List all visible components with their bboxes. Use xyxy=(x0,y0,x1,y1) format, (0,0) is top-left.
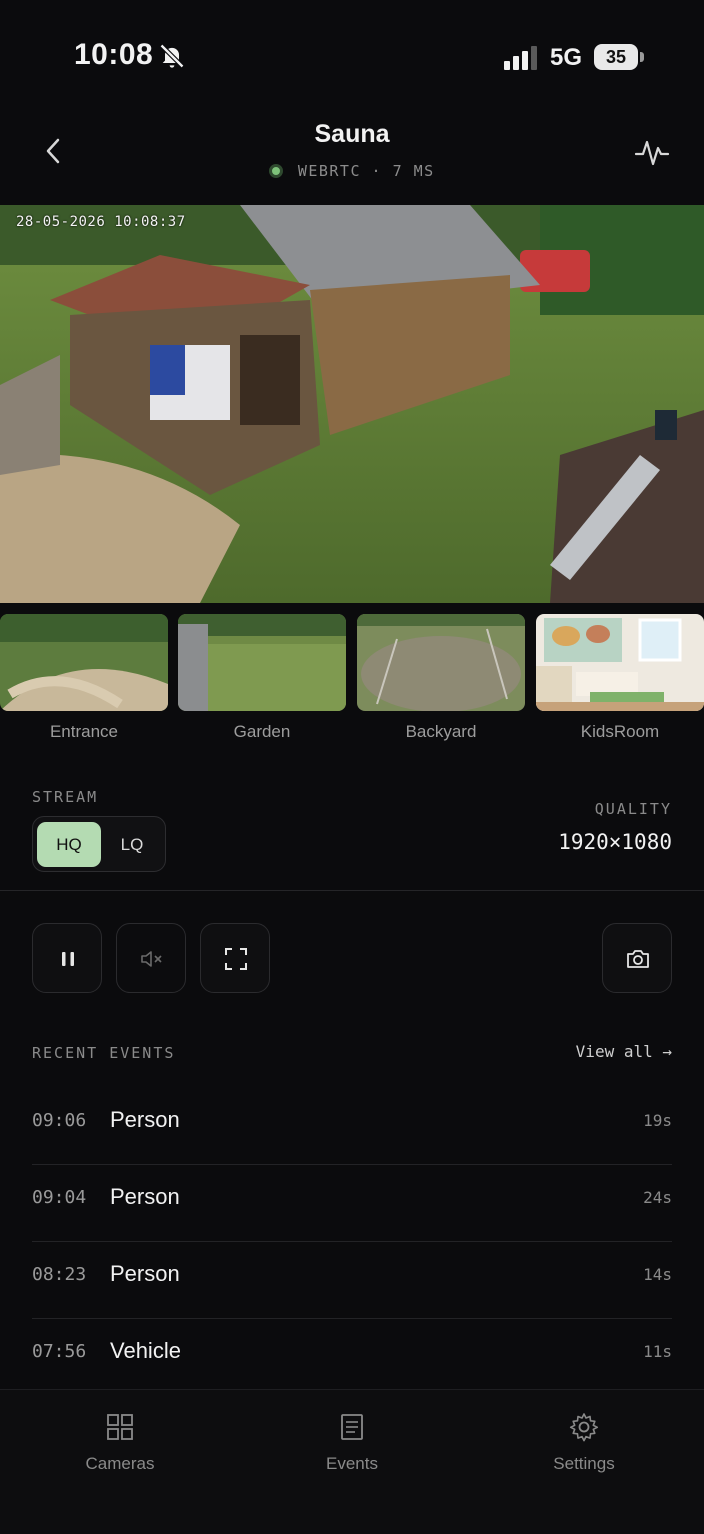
tab-settings[interactable]: Settings xyxy=(514,1412,654,1474)
mute-button[interactable] xyxy=(116,923,186,993)
network-type: 5G xyxy=(550,44,583,71)
kidsroom-preview-image xyxy=(536,614,704,711)
backyard-preview-image xyxy=(357,614,525,711)
tab-label: Events xyxy=(326,1454,378,1473)
tab-cameras[interactable]: Cameras xyxy=(50,1412,190,1474)
latency-label: 7 MS xyxy=(392,162,435,180)
event-time: 08:23 xyxy=(32,1264,87,1285)
tab-events[interactable]: Events xyxy=(282,1412,422,1474)
signal-icon xyxy=(504,46,537,70)
pause-button[interactable] xyxy=(32,923,102,993)
camera-label: Entrance xyxy=(49,722,119,741)
event-time: 09:06 xyxy=(32,1110,87,1131)
tab-label: Cameras xyxy=(85,1454,155,1473)
tab-label: Settings xyxy=(553,1454,615,1473)
stream-label: STREAM xyxy=(32,788,99,806)
camera-label: Backyard xyxy=(405,722,477,741)
mute-icon xyxy=(141,951,162,967)
live-status-dot xyxy=(269,164,284,178)
stream-option-lq[interactable]: LQ xyxy=(103,822,161,867)
battery-nub xyxy=(640,52,644,62)
grid-icon xyxy=(107,1414,133,1440)
activity-icon[interactable] xyxy=(634,134,670,170)
camera-thumb-kidsroom[interactable] xyxy=(536,614,704,711)
video-timestamp: 28-05-2026 10:08:37 xyxy=(16,214,186,230)
status-bar: 10:08 5G 35 xyxy=(0,0,704,110)
event-type: Person xyxy=(110,1184,180,1209)
event-row[interactable]: 09:06 Person 19s xyxy=(32,1088,672,1165)
divider xyxy=(0,890,704,891)
camera-label: Garden xyxy=(233,722,291,741)
entrance-preview-image xyxy=(0,614,168,711)
bottom-tab-bar: Cameras Events Settings xyxy=(0,1389,704,1534)
snapshot-button[interactable] xyxy=(602,923,672,993)
event-type: Person xyxy=(110,1107,180,1132)
connection-status: WEBRTC · 7 MS xyxy=(0,162,704,180)
fullscreen-icon xyxy=(225,948,247,970)
protocol-label: WEBRTC xyxy=(297,162,361,180)
event-time: 09:04 xyxy=(32,1187,87,1208)
event-time: 07:56 xyxy=(32,1341,87,1362)
battery-level: 35 xyxy=(605,47,627,67)
event-duration: 11s xyxy=(643,1342,672,1361)
quality-label: QUALITY xyxy=(594,800,672,818)
camera-carousel: Entrance Garden Backyard KidsRoom xyxy=(0,614,704,744)
separator: · xyxy=(371,162,383,180)
recent-events-title: RECENT EVENTS xyxy=(32,1044,176,1062)
event-row[interactable]: 08:23 Person 14s xyxy=(32,1242,672,1319)
camera-snapshot-icon xyxy=(627,950,649,968)
stream-quality-toggle: HQ LQ xyxy=(32,816,166,872)
live-video-feed[interactable]: 28-05-2026 10:08:37 xyxy=(0,205,704,603)
event-duration: 24s xyxy=(643,1188,672,1207)
event-type: Person xyxy=(110,1261,180,1286)
view-all-link[interactable]: View all → xyxy=(576,1042,672,1061)
video-frame-image xyxy=(0,205,704,603)
camera-thumb-garden[interactable] xyxy=(178,614,346,711)
gear-icon xyxy=(569,1413,599,1442)
fullscreen-button[interactable] xyxy=(200,923,270,993)
document-icon xyxy=(341,1414,363,1440)
event-duration: 19s xyxy=(643,1111,672,1130)
status-time: 10:08 xyxy=(74,38,154,71)
event-row[interactable]: 09:04 Person 24s xyxy=(32,1165,672,1242)
event-row[interactable]: 07:56 Vehicle 11s xyxy=(32,1319,672,1396)
garden-preview-image xyxy=(178,614,346,711)
battery-icon: 35 xyxy=(594,44,638,70)
resolution-value: 1920×1080 xyxy=(558,830,672,854)
camera-thumb-entrance[interactable] xyxy=(0,614,168,711)
stream-option-hq[interactable]: HQ xyxy=(37,822,101,867)
pause-icon xyxy=(62,952,74,966)
event-duration: 14s xyxy=(643,1265,672,1284)
bell-muted-icon xyxy=(159,43,185,69)
event-type: Vehicle xyxy=(110,1338,181,1363)
camera-thumb-backyard[interactable] xyxy=(357,614,525,711)
camera-label: KidsRoom xyxy=(580,722,660,741)
page-title: Sauna xyxy=(314,120,390,148)
